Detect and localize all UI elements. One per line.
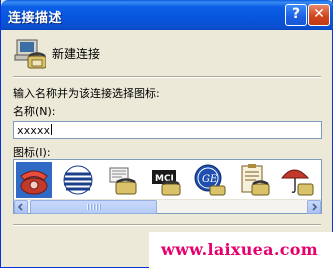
grip-icon — [87, 204, 101, 210]
name-input[interactable]: xxxxx — [13, 121, 322, 139]
scroll-thumb[interactable] — [30, 200, 157, 214]
mci-logo-icon[interactable]: MCI — [148, 162, 184, 198]
instruction-text: 输入名称并为该连接选择图标: — [13, 87, 160, 100]
horizontal-scrollbar[interactable] — [14, 199, 321, 214]
fax-phone-icon[interactable] — [104, 162, 140, 198]
chevron-right-icon — [312, 203, 318, 211]
clipboard-phone-icon[interactable] — [236, 162, 272, 198]
close-button[interactable]: ✕ — [308, 4, 330, 26]
bottom-divider — [13, 224, 321, 226]
text-caret — [51, 124, 53, 135]
chevron-left-icon — [17, 203, 23, 211]
connection-description-dialog: 连接描述 ? ✕ 新建连接 输入名称并为该连接选择图标: 名称(N): xxxx… — [0, 0, 333, 268]
red-telephone-icon[interactable] — [16, 162, 52, 198]
help-button[interactable]: ? — [285, 4, 307, 26]
scroll-right-button[interactable] — [307, 200, 321, 214]
umbrella-phone-icon[interactable] — [280, 162, 316, 198]
ge-logo-icon[interactable]: GE — [192, 162, 228, 198]
globe-icon[interactable] — [60, 162, 96, 198]
svg-text:GE: GE — [202, 174, 218, 185]
window-title: 连接描述 — [8, 11, 63, 26]
connection-name: 新建连接 — [52, 47, 101, 61]
watermark-text: www.laixuea.com — [161, 240, 318, 259]
icon-label: 图标(I): — [13, 146, 51, 159]
title-bar[interactable]: 连接描述 ? ✕ — [1, 0, 333, 30]
divider — [13, 76, 321, 78]
name-label: 名称(N): — [13, 105, 56, 118]
icon-list[interactable]: MCI GE — [13, 159, 322, 214]
scroll-left-button[interactable] — [14, 200, 28, 214]
phone-computer-icon — [14, 39, 46, 69]
name-input-value: xxxxx — [17, 124, 51, 137]
